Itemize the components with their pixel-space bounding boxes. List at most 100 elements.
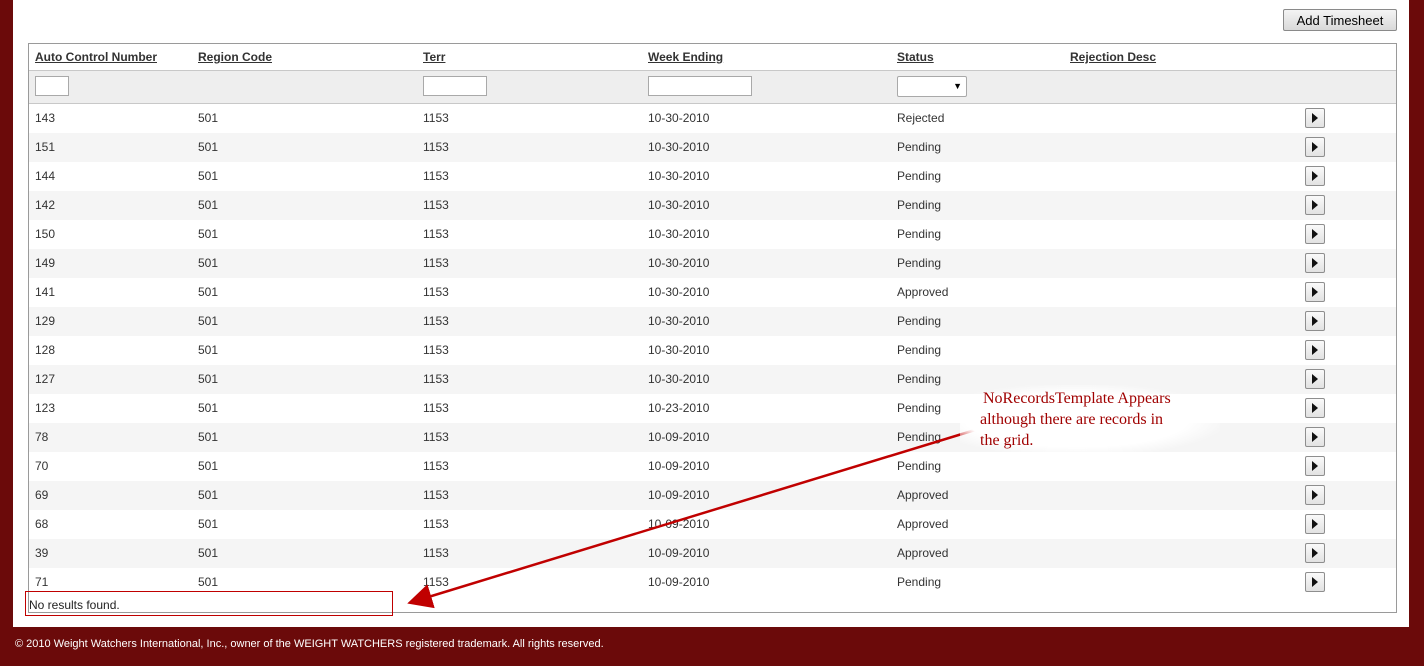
play-triangle-icon — [1312, 345, 1318, 355]
cell-acn: 143 — [35, 111, 56, 125]
cell-week: 10-09-2010 — [648, 517, 710, 531]
filter-week-ending-input[interactable] — [648, 76, 752, 96]
col-header-region-code[interactable]: Region Code — [198, 50, 272, 64]
cell-week: 10-30-2010 — [648, 314, 710, 328]
cell-acn: 129 — [35, 314, 56, 328]
play-triangle-icon — [1312, 548, 1318, 558]
cell-status: Pending — [897, 140, 942, 154]
cell-week: 10-30-2010 — [648, 111, 710, 125]
row-select-button[interactable] — [1305, 195, 1325, 215]
cell-terr: 1153 — [423, 343, 449, 357]
cell-terr: 1153 — [423, 227, 449, 241]
cell-week: 10-09-2010 — [648, 546, 710, 560]
cell-acn: 70 — [35, 459, 49, 473]
play-triangle-icon — [1312, 113, 1318, 123]
cell-region: 501 — [198, 517, 219, 531]
row-select-button[interactable] — [1305, 340, 1325, 360]
row-select-button[interactable] — [1305, 543, 1325, 563]
cell-status: Rejected — [897, 111, 945, 125]
cell-week: 10-09-2010 — [648, 430, 710, 444]
annotation-text: NoRecordsTemplate Appears although there… — [980, 388, 1220, 451]
play-triangle-icon — [1312, 171, 1318, 181]
cell-region: 501 — [198, 140, 219, 154]
cell-week: 10-30-2010 — [648, 285, 710, 299]
cell-acn: 78 — [35, 430, 49, 444]
row-select-button[interactable] — [1305, 427, 1325, 447]
row-select-button[interactable] — [1305, 456, 1325, 476]
cell-terr: 1153 — [423, 169, 449, 183]
cell-terr: 1153 — [423, 575, 449, 589]
cell-acn: 69 — [35, 488, 49, 502]
row-select-button[interactable] — [1305, 311, 1325, 331]
filter-status-select[interactable]: ▼ — [897, 76, 967, 97]
col-header-status[interactable]: Status — [897, 50, 934, 64]
cell-acn: 68 — [35, 517, 49, 531]
table-row: 142 501 1153 10-30-2010 Pending — [29, 191, 1396, 220]
annotation-callout: NoRecordsTemplate Appears although there… — [960, 385, 1220, 455]
table-row: 68 501 1153 10-09-2010 Approved — [29, 510, 1396, 539]
row-select-button[interactable] — [1305, 398, 1325, 418]
row-select-button[interactable] — [1305, 485, 1325, 505]
play-triangle-icon — [1312, 577, 1318, 587]
add-timesheet-button[interactable]: Add Timesheet — [1283, 9, 1397, 31]
col-header-week-ending[interactable]: Week Ending — [648, 50, 723, 64]
cell-terr: 1153 — [423, 517, 449, 531]
table-row: 149 501 1153 10-30-2010 Pending — [29, 249, 1396, 278]
table-row: 150 501 1153 10-30-2010 Pending — [29, 220, 1396, 249]
cell-region: 501 — [198, 314, 219, 328]
cell-status: Pending — [897, 198, 942, 212]
row-select-button[interactable] — [1305, 282, 1325, 302]
play-triangle-icon — [1312, 432, 1318, 442]
cell-status: Pending — [897, 430, 942, 444]
cell-week: 10-30-2010 — [648, 372, 710, 386]
row-select-button[interactable] — [1305, 224, 1325, 244]
cell-region: 501 — [198, 430, 219, 444]
cell-region: 501 — [198, 401, 219, 415]
table-row: 141 501 1153 10-30-2010 Approved — [29, 278, 1396, 307]
row-select-button[interactable] — [1305, 253, 1325, 273]
cell-region: 501 — [198, 227, 219, 241]
cell-terr: 1153 — [423, 546, 449, 560]
cell-terr: 1153 — [423, 314, 449, 328]
cell-terr: 1153 — [423, 285, 449, 299]
col-header-auto-control-number[interactable]: Auto Control Number — [35, 50, 157, 64]
cell-region: 501 — [198, 256, 219, 270]
row-select-button[interactable] — [1305, 166, 1325, 186]
col-header-rejection-desc[interactable]: Rejection Desc — [1070, 50, 1156, 64]
cell-status: Approved — [897, 285, 949, 299]
copyright-footer: © 2010 Weight Watchers International, In… — [15, 638, 604, 650]
cell-terr: 1153 — [423, 372, 449, 386]
cell-region: 501 — [198, 111, 219, 125]
cell-acn: 144 — [35, 169, 56, 183]
row-select-button[interactable] — [1305, 572, 1325, 592]
table-row: 39 501 1153 10-09-2010 Approved — [29, 539, 1396, 568]
play-triangle-icon — [1312, 374, 1318, 384]
cell-terr: 1153 — [423, 488, 449, 502]
filter-terr-input[interactable] — [423, 76, 487, 96]
cell-acn: 151 — [35, 140, 56, 154]
row-select-button[interactable] — [1305, 369, 1325, 389]
table-row: 69 501 1153 10-09-2010 Approved — [29, 481, 1396, 510]
play-triangle-icon — [1312, 142, 1318, 152]
cell-acn: 150 — [35, 227, 56, 241]
play-triangle-icon — [1312, 258, 1318, 268]
play-triangle-icon — [1312, 200, 1318, 210]
cell-region: 501 — [198, 546, 219, 560]
cell-acn: 128 — [35, 343, 56, 357]
cell-region: 501 — [198, 459, 219, 473]
row-select-button[interactable] — [1305, 137, 1325, 157]
cell-week: 10-30-2010 — [648, 140, 710, 154]
cell-status: Pending — [897, 314, 942, 328]
filter-auto-control-number-input[interactable] — [35, 76, 69, 96]
cell-week: 10-23-2010 — [648, 401, 710, 415]
row-select-button[interactable] — [1305, 108, 1325, 128]
cell-status: Pending — [897, 343, 942, 357]
row-select-button[interactable] — [1305, 514, 1325, 534]
cell-acn: 141 — [35, 285, 56, 299]
table-row: 128 501 1153 10-30-2010 Pending — [29, 336, 1396, 365]
cell-status: Pending — [897, 575, 942, 589]
col-header-terr[interactable]: Terr — [423, 50, 445, 64]
cell-status: Pending — [897, 256, 942, 270]
play-triangle-icon — [1312, 403, 1318, 413]
cell-status: Pending — [897, 401, 942, 415]
